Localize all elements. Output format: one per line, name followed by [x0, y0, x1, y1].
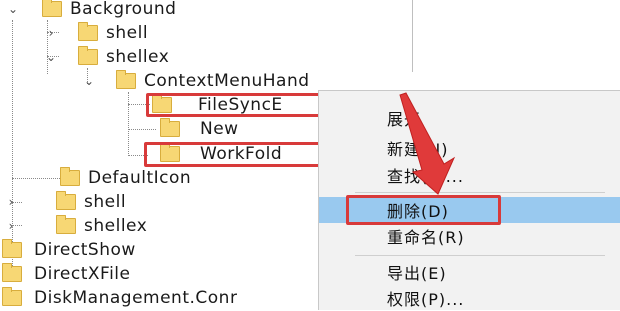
registry-tree: ⌄ Background › shell ⌄ shellex ⌄ Context…	[0, 0, 372, 309]
menu-item-label: 新建(N)	[387, 140, 449, 159]
tree-node-label: Background	[70, 0, 177, 19]
folder-icon	[42, 0, 62, 17]
tree-node-shellex-2[interactable]: › shellex	[4, 214, 147, 238]
tree-node-label: shellex	[106, 47, 170, 67]
tree-node-directxfile[interactable]: DirectXFile	[0, 262, 131, 286]
tree-connector	[128, 129, 156, 130]
folder-icon	[2, 287, 22, 306]
menu-item-label: 权限(P)...	[387, 290, 465, 309]
context-menu: 展开 新建(N) 查找(F)... 删除(D) 重命名(R) 导出(E) 权限(…	[318, 90, 620, 310]
menu-item-permissions[interactable]: 权限(P)...	[319, 285, 620, 311]
menu-item-label: 查找(F)...	[387, 167, 464, 186]
tree-node-background[interactable]: ⌄ Background	[6, 0, 176, 21]
tree-node-label: DefaultIcon	[88, 168, 192, 188]
folder-icon	[160, 118, 180, 137]
tree-node-shell-2[interactable]: › shell	[4, 190, 126, 214]
chevron-down-icon[interactable]: ⌄	[44, 50, 58, 64]
tree-node-directshow[interactable]: DirectShow	[0, 238, 136, 262]
chevron-down-icon[interactable]: ⌄	[82, 74, 96, 88]
tree-node-label: New	[200, 119, 239, 139]
tree-node-label: DirectShow	[34, 240, 136, 260]
tree-node-label: shell	[84, 192, 127, 212]
tree-node-defaulticon[interactable]: DefaultIcon	[44, 166, 191, 190]
tree-node-label: shell	[106, 23, 149, 43]
chevron-right-icon[interactable]: ›	[4, 195, 18, 209]
menu-separator	[355, 192, 605, 193]
folder-icon	[56, 191, 76, 210]
menu-item-label: 重命名(R)	[387, 228, 465, 247]
chevron-down-icon[interactable]: ⌄	[6, 2, 20, 16]
tree-node-contextmenuhandlers[interactable]: ⌄ ContextMenuHand	[82, 69, 310, 93]
tree-node-shellex[interactable]: ⌄ shellex	[44, 45, 169, 69]
tree-node-new[interactable]: New	[160, 117, 239, 141]
menu-item-rename[interactable]: 重命名(R)	[319, 223, 620, 249]
tree-connector	[128, 92, 129, 156]
menu-item-expand[interactable]: 展开	[319, 105, 620, 131]
tree-node-shell[interactable]: › shell	[44, 21, 148, 45]
menu-separator	[355, 255, 605, 256]
menu-item-find[interactable]: 查找(F)...	[319, 162, 620, 188]
highlight-box-delete	[346, 195, 501, 225]
tree-node-label: DirectXFile	[34, 264, 131, 284]
menu-item-label: 展开	[387, 110, 422, 129]
tree-node-label: ContextMenuHand	[144, 71, 310, 91]
highlight-box-filesynce	[146, 93, 340, 117]
tree-node-label: DiskManagement.Conr	[34, 288, 238, 308]
tree-node-diskmanagement[interactable]: DiskManagement.Conr	[0, 286, 237, 310]
chevron-right-icon[interactable]: ›	[4, 219, 18, 233]
chevron-right-icon[interactable]: ›	[44, 26, 58, 40]
tree-node-label: shellex	[84, 216, 148, 236]
menu-item-label: 导出(E)	[387, 264, 447, 283]
highlight-box-workfold	[144, 142, 338, 167]
folder-icon	[78, 22, 98, 41]
folder-icon	[2, 239, 22, 258]
menu-item-export[interactable]: 导出(E)	[319, 259, 620, 285]
menu-item-new[interactable]: 新建(N)	[319, 135, 620, 161]
folder-icon	[2, 263, 22, 282]
folder-icon	[60, 167, 80, 186]
column-divider[interactable]	[412, 0, 413, 72]
folder-icon	[78, 46, 98, 65]
folder-icon	[56, 215, 76, 234]
folder-icon	[116, 70, 136, 89]
